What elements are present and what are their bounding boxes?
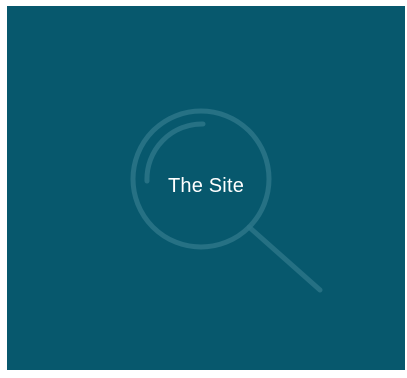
site-tile[interactable]: The Site — [7, 6, 405, 370]
tile-title: The Site — [167, 175, 245, 197]
